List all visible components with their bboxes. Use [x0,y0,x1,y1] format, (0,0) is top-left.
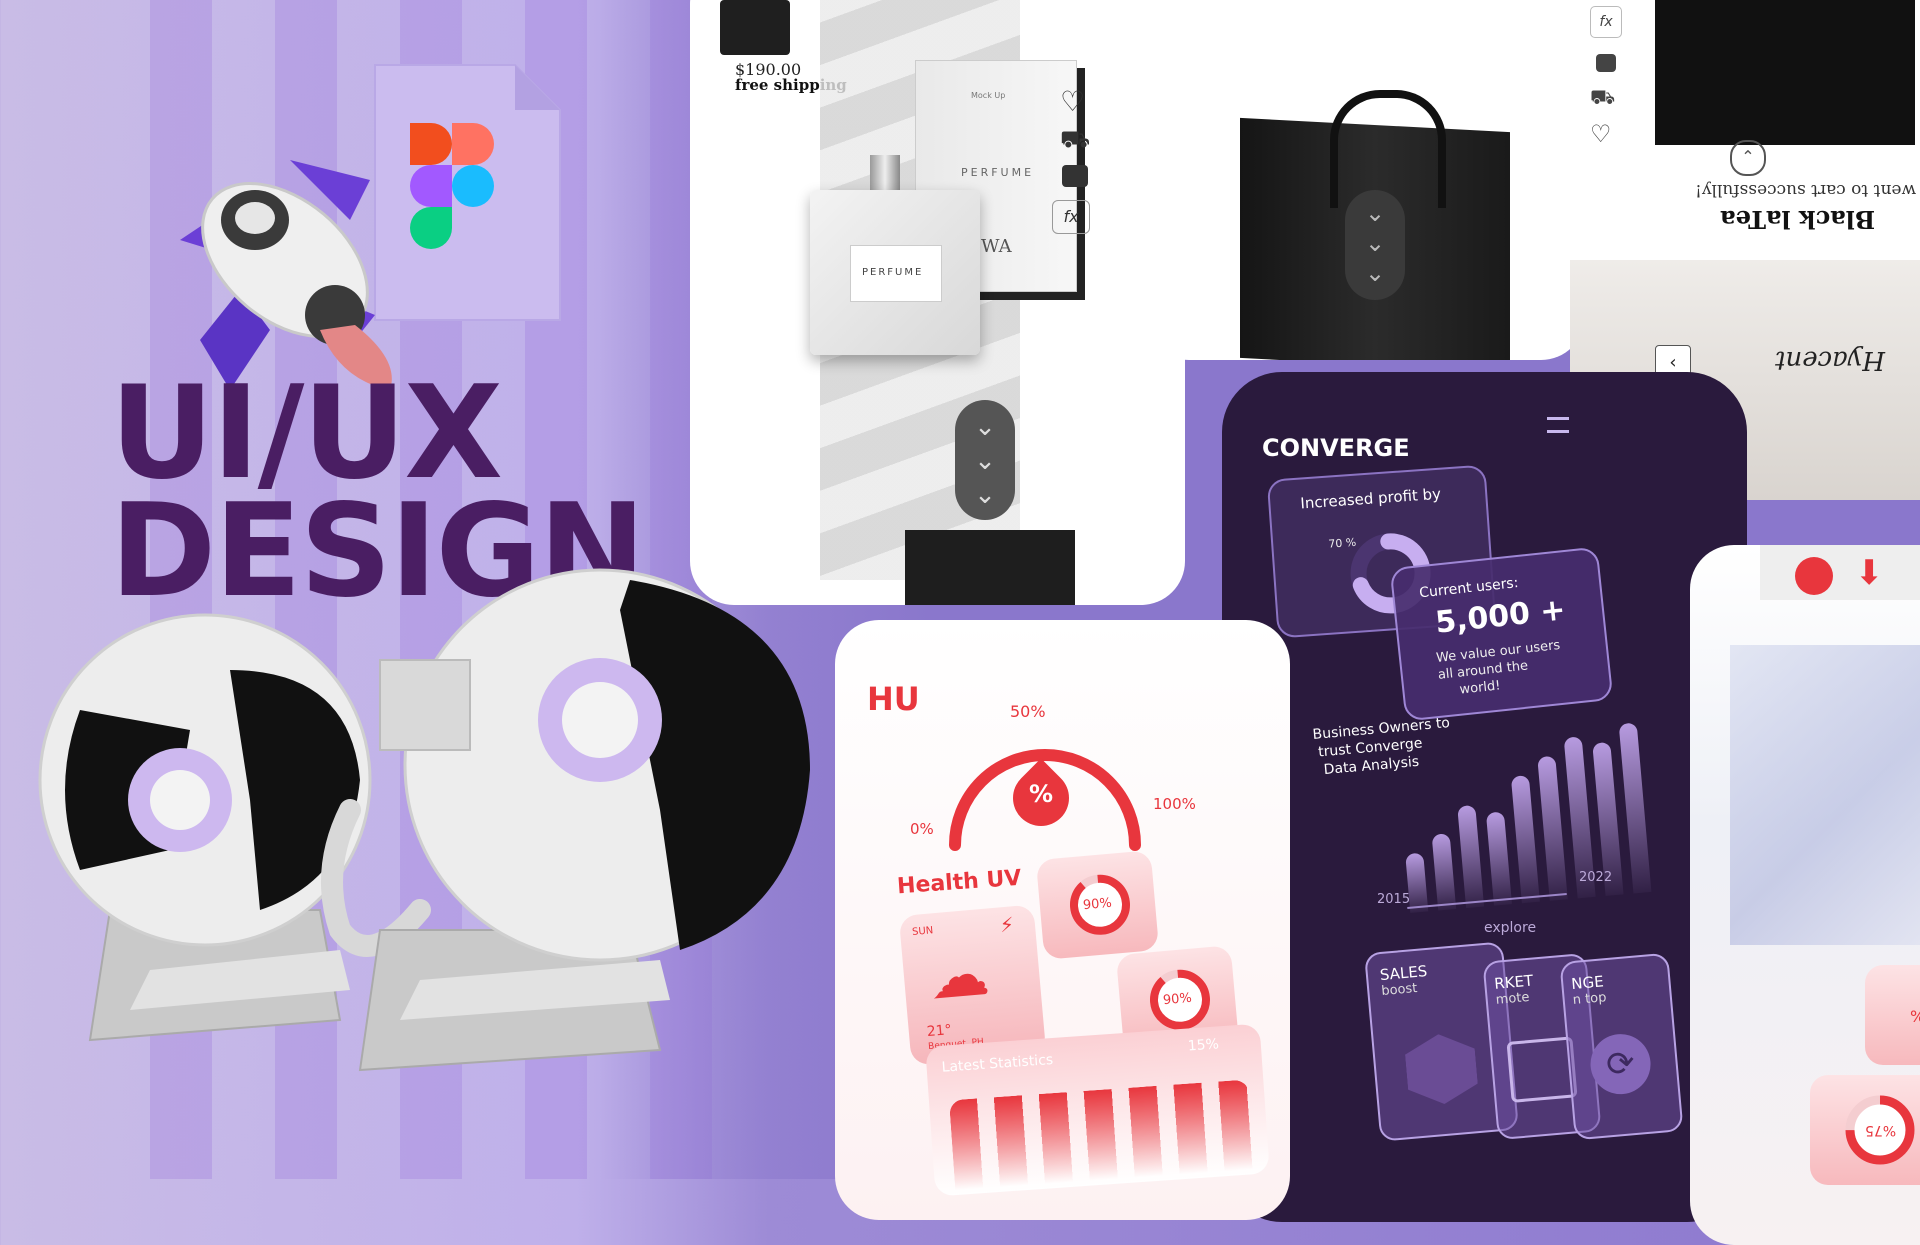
tile-exchange[interactable]: NGE n top ⟳ [1559,952,1684,1141]
users-label: Current users: [1418,575,1520,602]
explore-label: explore [1484,920,1537,936]
heart-icon[interactable]: ♡ [1590,120,1612,148]
uv-ring-tile-1[interactable]: 90% [1035,850,1160,960]
bag-image [1655,0,1915,145]
growth-bar [1618,722,1652,894]
weather-temp: 21° [926,1022,953,1041]
bag-icon[interactable] [1062,165,1088,187]
ring-tile-right-2[interactable]: %75 [1810,1075,1920,1185]
record-icon[interactable] [1795,557,1833,595]
refresh-icon: ⟳ [1588,1031,1654,1097]
cart-message: went to cart successfully! [1695,180,1917,200]
download-icon[interactable]: ⬇ [1855,553,1884,593]
script-word: Hyacent [1775,345,1886,375]
hero-title-line1: UI/UX [110,359,503,508]
ring-label-right: % [1910,1007,1920,1026]
growth-bar [1537,755,1568,901]
ring-tile-right[interactable]: % [1865,965,1920,1065]
heart-icon[interactable]: ♡ [1060,85,1085,118]
scroll-down-button[interactable]: ⌄ ⌄ ⌄ [1345,190,1405,300]
bottle-label: PERFUME [862,267,924,278]
users-value: 5,000 + [1433,592,1568,641]
stats-panel[interactable]: Latest Statistics 15% [925,1023,1270,1197]
right-partial-card[interactable]: ⬇ % %75 [1690,545,1920,1245]
uv-ring-1-label: 90% [1082,895,1113,914]
stats-title: Latest Statistics [941,1051,1054,1076]
hexagon-icon [1403,1031,1479,1107]
growth-bar [1510,774,1540,904]
growth-bar [1431,832,1457,911]
cart-icon[interactable]: ⛟ [1060,125,1090,156]
tile-exchange-sub: n top [1572,990,1608,1009]
users-tile[interactable]: Current users: 5,000 + We value our user… [1389,546,1614,722]
growth-bar-chart [1395,711,1670,913]
gauge-top: 50% [1010,702,1046,721]
tile-sales-sub: boost [1380,980,1418,1000]
growth-bar [1485,810,1512,906]
profit-label: Increased profit by [1299,484,1442,513]
shopping-bag-card[interactable]: ⌄ ⌄ ⌄ [1145,0,1585,360]
users-note-3: world! [1458,678,1502,698]
lightning-icon: ⚡ [998,912,1015,938]
converge-card[interactable]: CONVERGE Increased profit by 70 % Curren… [1222,372,1747,1222]
tile-market-sub: mote [1495,989,1531,1008]
mockup-label: Mock Up [971,91,1006,100]
health-brand: HU [867,680,920,718]
stats-bars [948,1079,1255,1191]
percent-glyph-icon: % [1028,780,1054,808]
fx-icon[interactable]: fx [1052,200,1090,234]
helmet-illustration [20,550,860,1110]
product-thumbnail [720,0,790,55]
ring-right-2-label: %75 [1865,1122,1897,1138]
gauge-max: 100% [1153,795,1196,813]
fx-icon[interactable]: fx [1590,6,1622,38]
up-arrow-icon[interactable]: ⌃ [1730,140,1766,176]
box-brand: WA [981,236,1012,257]
menu-icon[interactable] [1547,417,1569,433]
axis-end: 2022 [1579,870,1613,885]
converge-brand: CONVERGE [1262,434,1410,462]
city-image [1730,645,1920,945]
weather-day: SUN [911,925,934,939]
axis-start: 2015 [1377,892,1411,907]
perfume-bottle: PERFUME [810,155,980,355]
bag-handle [1330,90,1446,208]
bag-image [905,530,1075,605]
scroll-down-button[interactable]: ⌄ ⌄ ⌄ [955,400,1015,520]
cloud-icon: ☁ [926,938,993,1014]
bag-icon[interactable] [1596,54,1616,72]
uv-ring-2-label: 90% [1162,990,1193,1009]
perfume-card[interactable]: $190.00 free shipping Mock Up PERFUME WA… [690,0,1185,605]
tile-sales-title: SALES [1379,962,1429,985]
top-toolbar [1760,545,1920,600]
product-name: Black laTea [1720,205,1876,234]
health-card[interactable]: HU 50% 0% 100% % Health UV 90% 90% SUN ⚡… [835,620,1290,1220]
stats-percent: 15% [1187,1036,1220,1055]
growth-bar [1457,804,1485,909]
gauge-min: 0% [910,820,934,838]
cart-icon[interactable]: ⛟ [1590,85,1615,112]
section-title: Health UV [896,865,1023,900]
